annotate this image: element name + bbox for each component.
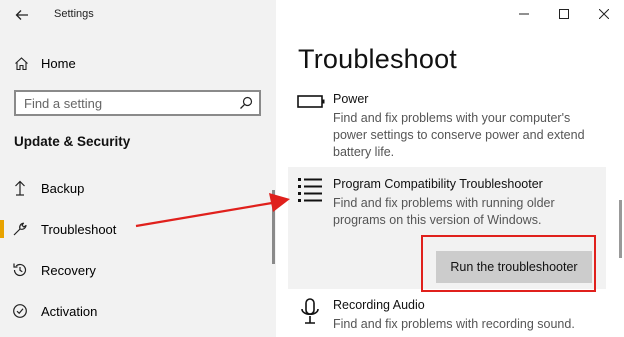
list-icon bbox=[296, 177, 326, 207]
sidebar-item-label: Recovery bbox=[41, 262, 96, 278]
back-button[interactable] bbox=[12, 6, 32, 24]
maximize-button[interactable] bbox=[544, 0, 584, 28]
microphone-icon bbox=[296, 298, 326, 328]
section-title: Update & Security bbox=[14, 134, 131, 149]
maximize-icon bbox=[559, 9, 569, 19]
window-controls bbox=[504, 0, 624, 30]
troubleshooter-name: Power bbox=[333, 92, 369, 106]
troubleshooter-description: Find and fix problems with running older… bbox=[333, 196, 555, 227]
annotation-highlight-box bbox=[421, 235, 596, 292]
minimize-icon bbox=[519, 13, 529, 15]
close-icon bbox=[599, 9, 609, 19]
search-input[interactable] bbox=[16, 92, 233, 114]
sidebar-item-activation[interactable]: Activation bbox=[0, 295, 270, 327]
sidebar-item-label: Backup bbox=[41, 180, 85, 196]
troubleshooter-power[interactable]: Power Find and fix problems with your co… bbox=[288, 92, 608, 162]
sidebar-item-label: Activation bbox=[41, 303, 98, 319]
recovery-history-icon bbox=[12, 262, 28, 278]
titlebar-left: Settings bbox=[0, 0, 276, 30]
sidebar-item-troubleshoot[interactable]: Troubleshoot bbox=[0, 213, 270, 245]
close-button[interactable] bbox=[584, 0, 624, 28]
wrench-icon bbox=[12, 221, 28, 237]
troubleshooter-name: Program Compatibility Troubleshooter bbox=[333, 177, 543, 191]
troubleshooter-program-compatibility[interactable]: Program Compatibility Troubleshooter Fin… bbox=[288, 177, 608, 237]
nav-home-label: Home bbox=[41, 55, 76, 71]
main-scrollbar[interactable] bbox=[619, 200, 622, 258]
troubleshooter-recording-audio[interactable]: Recording Audio Find and fix problems wi… bbox=[288, 298, 608, 337]
sidebar-item-backup[interactable]: Backup bbox=[0, 172, 270, 204]
battery-icon bbox=[296, 92, 326, 122]
sidebar-item-label: Troubleshoot bbox=[41, 221, 117, 237]
troubleshooter-description: Find and fix problems with recording sou… bbox=[333, 317, 575, 331]
settings-window: Settings Home Update & Security bbox=[0, 0, 624, 337]
home-icon bbox=[15, 56, 28, 70]
search-icon bbox=[240, 96, 253, 109]
sidebar: Settings Home Update & Security bbox=[0, 0, 276, 337]
app-title: Settings bbox=[54, 8, 94, 20]
back-arrow-icon bbox=[15, 10, 28, 20]
search-button[interactable] bbox=[233, 92, 259, 114]
troubleshooter-description: Find and fix problems with your computer… bbox=[333, 111, 585, 159]
sidebar-scrollbar[interactable] bbox=[272, 190, 275, 264]
minimize-button[interactable] bbox=[504, 0, 544, 28]
troubleshooter-name: Recording Audio bbox=[333, 298, 425, 312]
nav-home[interactable]: Home bbox=[14, 52, 76, 74]
sidebar-item-recovery[interactable]: Recovery bbox=[0, 254, 270, 286]
backup-arrow-icon bbox=[12, 180, 28, 196]
activation-check-icon bbox=[12, 303, 28, 319]
page-title: Troubleshoot bbox=[298, 44, 457, 74]
search-box[interactable] bbox=[14, 90, 261, 116]
